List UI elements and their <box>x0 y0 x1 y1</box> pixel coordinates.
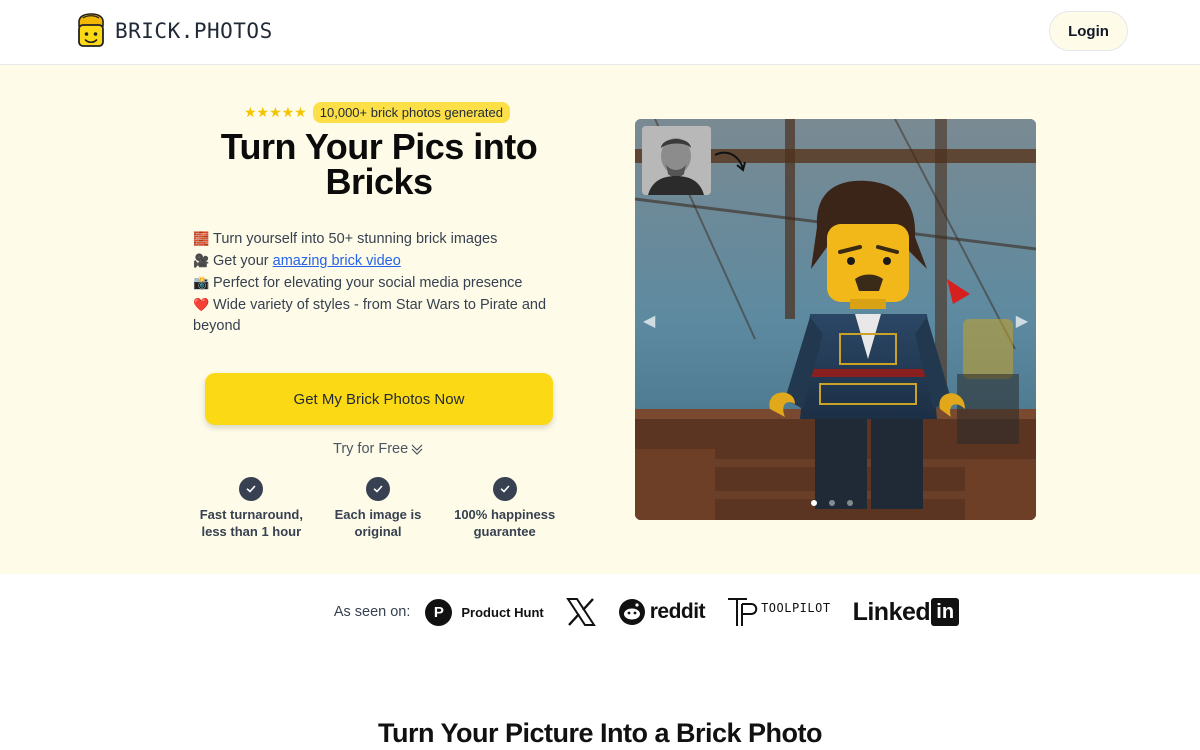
as-seen-on-bar: As seen on: P Product Hunt reddit TOOLPI… <box>0 594 1200 630</box>
feature-item: 🎥 Get your amazing brick video <box>193 250 565 272</box>
check-icon <box>239 477 264 501</box>
feature-item: ❤️ Wide variety of styles - from Star War… <box>193 294 565 337</box>
logo-text: BRICK.PHOTOS <box>115 19 273 43</box>
perk-text: 100% happiness guarantee <box>454 507 556 539</box>
product-hunt-text: Product Hunt <box>461 604 544 620</box>
feature-item: 📸 Perfect for elevating your social media… <box>193 272 565 294</box>
carousel-dot[interactable] <box>847 500 853 506</box>
perk-text: Fast turnaround, less than 1 hour <box>199 507 303 539</box>
five-star-rating-icon: ★★★★★ <box>244 104 307 120</box>
photos-generated-badge: 10,000+ brick photos generated <box>312 102 510 123</box>
reddit-text: reddit <box>649 600 706 623</box>
brick-video-link[interactable]: amazing brick video <box>273 253 401 269</box>
perk-item: Each image is original <box>315 477 442 540</box>
product-hunt-logo: P Product Hunt <box>425 598 544 626</box>
movie-camera-icon: 🎥 <box>193 253 210 268</box>
x-logo <box>565 598 596 626</box>
linkedin-logo: Linked in <box>853 598 960 627</box>
login-button[interactable]: Login <box>1049 11 1128 51</box>
carousel-dot[interactable] <box>811 500 817 506</box>
hero-title: Turn Your Pics into Bricks <box>220 126 538 202</box>
perks-row: Fast turnaround, less than 1 hour Each i… <box>188 477 568 540</box>
reddit-alien-icon <box>618 599 645 625</box>
carousel-dots <box>811 500 853 506</box>
section-title: Turn Your Picture Into a Brick Photo <box>377 718 823 748</box>
carousel-dot[interactable] <box>829 500 835 506</box>
perk-item: Fast turnaround, less than 1 hour <box>188 477 315 540</box>
hero-section: ★★★★★ 10,000+ brick photos generated Tur… <box>0 65 1200 574</box>
check-icon <box>492 477 517 501</box>
original-photo-thumbnail <box>642 126 711 195</box>
product-hunt-icon: P <box>425 598 453 626</box>
x-icon <box>565 598 596 626</box>
linkedin-in-icon: in <box>931 598 960 626</box>
example-photo-carousel[interactable]: ◀ ▶ <box>635 119 1036 520</box>
feature-text: Wide variety of styles - from Star Wars … <box>193 297 547 334</box>
heart-icon: ❤️ <box>193 297 210 312</box>
try-for-free-label: Try for Free <box>333 441 409 457</box>
rating-row: ★★★★★ 10,000+ brick photos generated <box>244 102 510 123</box>
brick-icon: 🧱 <box>193 231 210 246</box>
toolpilot-logo: TOOLPILOT <box>727 596 831 628</box>
brick-face-logo-icon <box>78 13 104 47</box>
logo-link[interactable]: BRICK.PHOTOS <box>75 13 273 49</box>
site-header: BRICK.PHOTOS Login <box>0 0 1200 65</box>
double-chevron-down-icon <box>411 444 423 455</box>
feature-list: 🧱 Turn yourself into 50+ stunning brick i… <box>193 228 565 337</box>
carousel-prev-arrow-icon[interactable]: ◀ <box>643 311 655 331</box>
reddit-logo: reddit <box>618 598 706 626</box>
perk-text: Each image is original <box>334 507 422 539</box>
curved-arrow-icon <box>714 151 746 172</box>
as-seen-on-label: As seen on: <box>333 604 411 620</box>
check-icon <box>366 477 390 501</box>
feature-item: 🧱 Turn yourself into 50+ stunning brick i… <box>193 228 565 250</box>
linkedin-text: Linked <box>852 597 931 626</box>
feature-text: Turn yourself into 50+ stunning brick im… <box>213 231 498 247</box>
try-for-free-link[interactable]: Try for Free <box>333 441 424 457</box>
perk-item: 100% happiness guarantee <box>441 477 568 540</box>
man-portrait-photo <box>642 126 711 195</box>
toolpilot-tp-icon <box>728 598 758 626</box>
feature-text-prefix: Get your <box>213 253 273 269</box>
feature-text: Perfect for elevating your social media … <box>213 275 523 291</box>
carousel-next-arrow-icon[interactable]: ▶ <box>1016 311 1028 331</box>
toolpilot-text: TOOLPILOT <box>761 601 831 615</box>
get-brick-photos-button[interactable]: Get My Brick Photos Now <box>205 373 553 425</box>
camera-flash-icon: 📸 <box>193 275 210 290</box>
